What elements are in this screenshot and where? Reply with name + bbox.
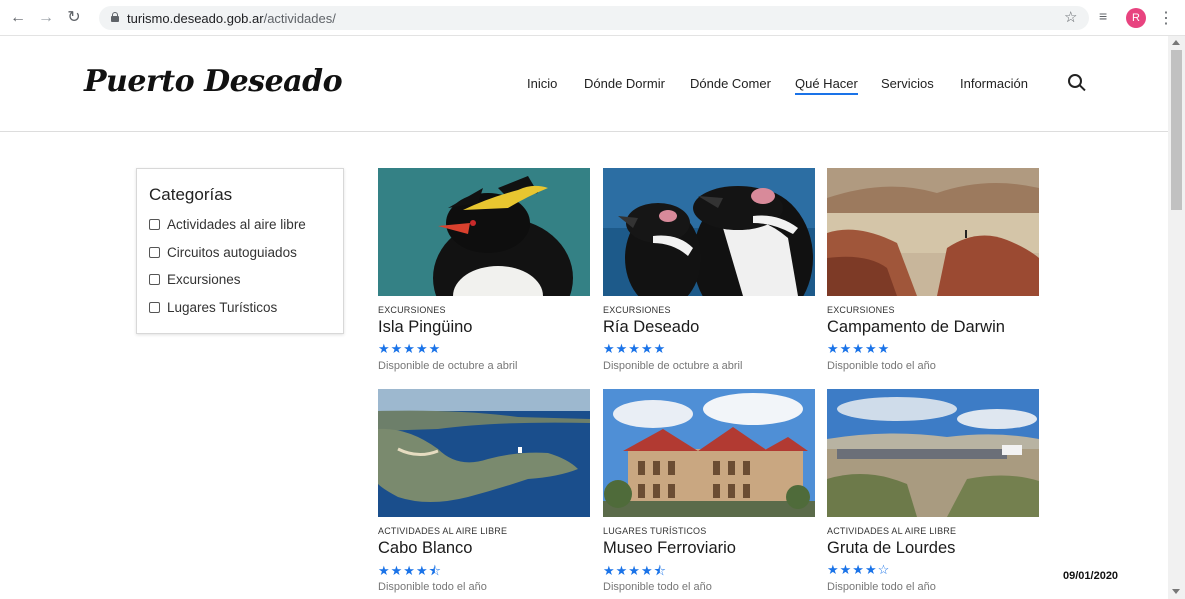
nav-informacion[interactable]: Información xyxy=(960,76,1028,91)
gruta-lourdes-image[interactable] xyxy=(827,389,1039,517)
nav-inicio[interactable]: Inicio xyxy=(527,76,557,91)
campamento-darwin-image[interactable] xyxy=(827,168,1039,296)
rating-stars-icon: ★★★★★ xyxy=(603,341,667,356)
cabo-blanco-image[interactable] xyxy=(378,389,590,517)
checkbox[interactable] xyxy=(149,274,160,286)
card-category: ACTIVIDADES AL AIRE LIBRE xyxy=(378,526,508,536)
rating-stars-icon: ★★★★⯪ xyxy=(603,563,667,578)
star-icon[interactable]: ☆ xyxy=(1064,8,1077,26)
checkbox[interactable] xyxy=(149,219,160,231)
category-label: Actividades al aire libre xyxy=(167,217,306,233)
nav-servicios[interactable]: Servicios xyxy=(881,76,934,91)
rating-stars-icon: ★★★★★ xyxy=(827,341,891,356)
card-category: ACTIVIDADES AL AIRE LIBRE xyxy=(827,526,957,536)
category-label: Circuitos autoguiados xyxy=(167,244,297,260)
avatar[interactable]: R xyxy=(1126,8,1146,28)
rating-stars-icon: ★★★★⯪ xyxy=(378,563,442,578)
category-lugares-turisticos[interactable]: Lugares Turísticos xyxy=(149,294,331,322)
rating-stars-icon: ★★★★☆ xyxy=(827,562,891,577)
card-title[interactable]: Campamento de Darwin xyxy=(827,318,1039,337)
category-filter-title: Categorías xyxy=(149,185,233,204)
card-title[interactable]: Cabo Blanco xyxy=(378,539,590,558)
category-label: Lugares Turísticos xyxy=(167,299,278,315)
card-title[interactable]: Gruta de Lourdes xyxy=(827,539,1039,558)
category-label: Excursiones xyxy=(167,272,241,288)
checkbox[interactable] xyxy=(149,246,160,258)
nav-que-hacer[interactable]: Qué Hacer xyxy=(795,76,858,95)
url-text: turismo.deseado.gob.ar/actividades/ xyxy=(127,11,336,26)
scroll-thumb[interactable] xyxy=(1171,50,1182,210)
card-category: EXCURSIONES xyxy=(827,305,895,315)
more-icon[interactable]: ⋮ xyxy=(1158,8,1174,28)
rating-stars-icon: ★★★★★ xyxy=(378,341,442,356)
activity-card[interactable]: ACTIVIDADES AL AIRE LIBRE Gruta de Lourd… xyxy=(827,389,1039,593)
activity-card[interactable]: EXCURSIONES Isla Pingüino ★★★★★ Disponib… xyxy=(378,168,590,372)
card-availability: Disponible todo el año xyxy=(378,581,487,593)
museo-ferroviario-image[interactable] xyxy=(603,389,815,517)
search-icon[interactable] xyxy=(1068,74,1086,92)
nav-donde-comer[interactable]: Dónde Comer xyxy=(690,76,771,91)
card-category: LUGARES TURÍSTICOS xyxy=(603,526,707,536)
category-excursiones[interactable]: Excursiones xyxy=(149,266,331,294)
category-actividades-aire-libre[interactable]: Actividades al aire libre xyxy=(149,211,331,239)
activity-card[interactable]: LUGARES TURÍSTICOS Museo Ferroviario ★★★… xyxy=(603,389,815,593)
card-title[interactable]: Ría Deseado xyxy=(603,318,815,337)
forward-arrow-icon[interactable]: → xyxy=(36,8,56,28)
site-logo[interactable]: Puerto Deseado xyxy=(84,64,343,99)
url-path: /actividades/ xyxy=(263,11,336,26)
card-title[interactable]: Museo Ferroviario xyxy=(603,539,815,558)
date-stamp: 09/01/2020 xyxy=(1063,570,1119,582)
reload-icon[interactable]: ↻ xyxy=(64,8,84,28)
category-circuitos-autoguiados[interactable]: Circuitos autoguiados xyxy=(149,239,331,267)
checkbox[interactable] xyxy=(149,301,160,313)
media-icon[interactable]: ≡ xyxy=(1099,8,1107,24)
card-category: EXCURSIONES xyxy=(603,305,671,315)
card-availability: Disponible de octubre a abril xyxy=(603,360,743,372)
card-availability: Disponible todo el año xyxy=(827,360,936,372)
card-availability: Disponible de octubre a abril xyxy=(378,360,518,372)
scroll-up-icon[interactable] xyxy=(1172,40,1180,45)
card-availability: Disponible todo el año xyxy=(827,581,936,593)
card-availability: Disponible todo el año xyxy=(603,581,712,593)
category-filter: Categorías Actividades al aire libre Cir… xyxy=(136,168,344,334)
browser-toolbar: ← → ↻ turismo.deseado.gob.ar/actividades… xyxy=(0,0,1185,36)
back-arrow-icon[interactable]: ← xyxy=(8,8,28,28)
page-scrollbar[interactable] xyxy=(1168,36,1185,599)
isla-pinguino-image[interactable] xyxy=(378,168,590,296)
card-title[interactable]: Isla Pingüino xyxy=(378,318,590,337)
lock-icon xyxy=(111,12,119,22)
activity-card[interactable]: EXCURSIONES Campamento de Darwin ★★★★★ D… xyxy=(827,168,1039,372)
url-domain: turismo.deseado.gob.ar xyxy=(127,11,264,26)
activity-card[interactable]: ACTIVIDADES AL AIRE LIBRE Cabo Blanco ★★… xyxy=(378,389,590,593)
site-header: Puerto Deseado Inicio Dónde Dormir Dónde… xyxy=(0,36,1168,132)
ria-deseado-image[interactable] xyxy=(603,168,815,296)
scroll-down-icon[interactable] xyxy=(1172,589,1180,594)
card-category: EXCURSIONES xyxy=(378,305,446,315)
nav-donde-dormir[interactable]: Dónde Dormir xyxy=(584,76,665,91)
address-bar[interactable]: turismo.deseado.gob.ar/actividades/ xyxy=(99,6,1089,30)
activity-card[interactable]: EXCURSIONES Ría Deseado ★★★★★ Disponible… xyxy=(603,168,815,372)
